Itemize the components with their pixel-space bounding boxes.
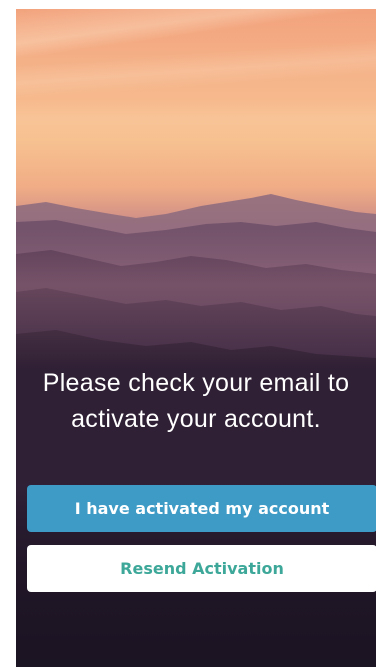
- app-screen: Please check your email to activate your…: [16, 9, 376, 667]
- resend-activation-button[interactable]: Resend Activation: [27, 545, 376, 592]
- activated-account-button[interactable]: I have activated my account: [27, 485, 376, 532]
- activation-message: Please check your email to activate your…: [42, 369, 350, 433]
- mist-haze: [16, 229, 376, 369]
- sky-streaks: [16, 9, 376, 209]
